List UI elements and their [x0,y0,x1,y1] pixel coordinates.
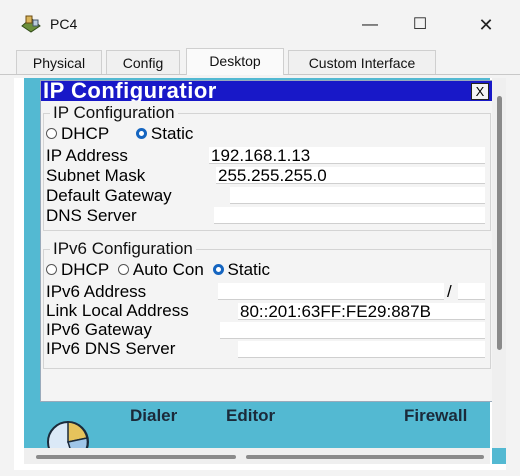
ipv6-group: IPv6 Configuration DHCP Auto Con Static … [43,239,491,369]
desktop-area: Dialer Editor Firewall IP Configuratior … [24,78,494,463]
horizontal-scrollbar[interactable] [24,448,490,464]
vertical-scroll-thumb[interactable] [497,230,502,350]
pc-app-icon [21,15,41,33]
scroll-corner [492,448,506,464]
radio-off-icon [46,128,57,140]
ipv4-dhcp-radio[interactable]: DHCP [46,124,109,143]
dns-server-label: DNS Server [46,206,137,225]
ipv6-dhcp-radio[interactable]: DHCP [46,260,109,279]
ip-config-close-button[interactable]: X [471,83,489,100]
ipv4-dhcp-label: DHCP [61,124,110,143]
ip-address-label: IP Address [46,146,128,165]
subnet-mask-field[interactable]: 255.255.255.0 [216,167,485,184]
ipv4-group-title: IP Configuration [50,103,178,123]
ipv4-mode-radios: DHCP Static [46,124,197,144]
dns-server-field[interactable] [214,207,485,224]
default-gateway-label: Default Gateway [46,186,172,205]
horizontal-scroll-thumb[interactable] [246,455,484,459]
ipv6-dns-server-field[interactable] [238,341,485,358]
desktop-app-dialer[interactable]: Dialer [130,406,177,426]
ipv6-dns-server-label: IPv6 DNS Server [46,339,176,358]
ipv4-static-label: Static [150,124,194,143]
ipv6-gateway-label: IPv6 Gateway [46,320,152,339]
tab-bar: Physical Config Desktop Custom Interface [0,48,520,75]
ipv4-static-radio[interactable]: Static [135,124,194,143]
ip-address-field[interactable]: 192.168.1.13 [209,147,485,164]
maximize-button[interactable]: ☐ [400,10,440,40]
ipv6-prefix-field[interactable] [458,283,485,300]
vertical-scroll-thumb[interactable] [497,96,502,238]
ip-configuration-window: IP Configuratior X IP Configuration DHCP… [40,80,494,402]
tab-config[interactable]: Config [106,50,180,74]
window-title: PC4 [50,16,78,32]
desktop-content: Dialer Editor Firewall IP Configuratior … [14,78,506,470]
ipv6-static-radio[interactable]: Static [212,260,271,279]
ipv6-mode-radios: DHCP Auto Con Static [46,260,274,280]
ipv6-address-field[interactable] [218,283,444,300]
ipv6-static-label: Static [227,260,271,279]
ipv6-auto-config-radio[interactable]: Auto Con [117,260,204,279]
ipv4-group: IP Configuration DHCP Static IP Address … [43,103,491,231]
close-button[interactable]: ✕ [466,10,506,40]
desktop-app-cut-label [30,400,35,408]
ipv6-address-label: IPv6 Address [46,282,147,301]
title-bar: PC4 — ☐ ✕ [0,0,520,48]
ipv6-prefix-separator: / [447,282,452,301]
ipv6-auto-label: Auto Con [132,260,204,279]
radio-off-icon [46,264,57,276]
radio-on-icon [135,128,147,140]
ip-config-title-bar: IP Configuratior X [41,81,493,101]
tab-custom-interface[interactable]: Custom Interface [288,50,436,74]
radio-off-icon [117,264,129,276]
ip-config-title: IP Configuratior [43,81,217,101]
desktop-app-editor[interactable]: Editor [226,406,275,426]
default-gateway-field[interactable] [230,187,485,204]
tab-desktop[interactable]: Desktop [186,48,284,75]
subnet-mask-label: Subnet Mask [46,166,146,185]
link-local-address-field[interactable]: 80::201:63FF:FE29:887B [238,303,485,320]
tab-physical[interactable]: Physical [16,50,102,74]
radio-on-icon [212,264,224,276]
desktop-app-firewall[interactable]: Firewall [404,406,467,426]
horizontal-scroll-thumb[interactable] [36,455,236,459]
ipv6-dhcp-label: DHCP [61,260,110,279]
link-local-address-label: Link Local Address [46,301,189,320]
vertical-scrollbar[interactable] [492,78,506,448]
ipv6-gateway-field[interactable] [220,322,485,339]
ipv6-group-title: IPv6 Configuration [50,239,196,259]
minimize-button[interactable]: — [350,10,390,40]
